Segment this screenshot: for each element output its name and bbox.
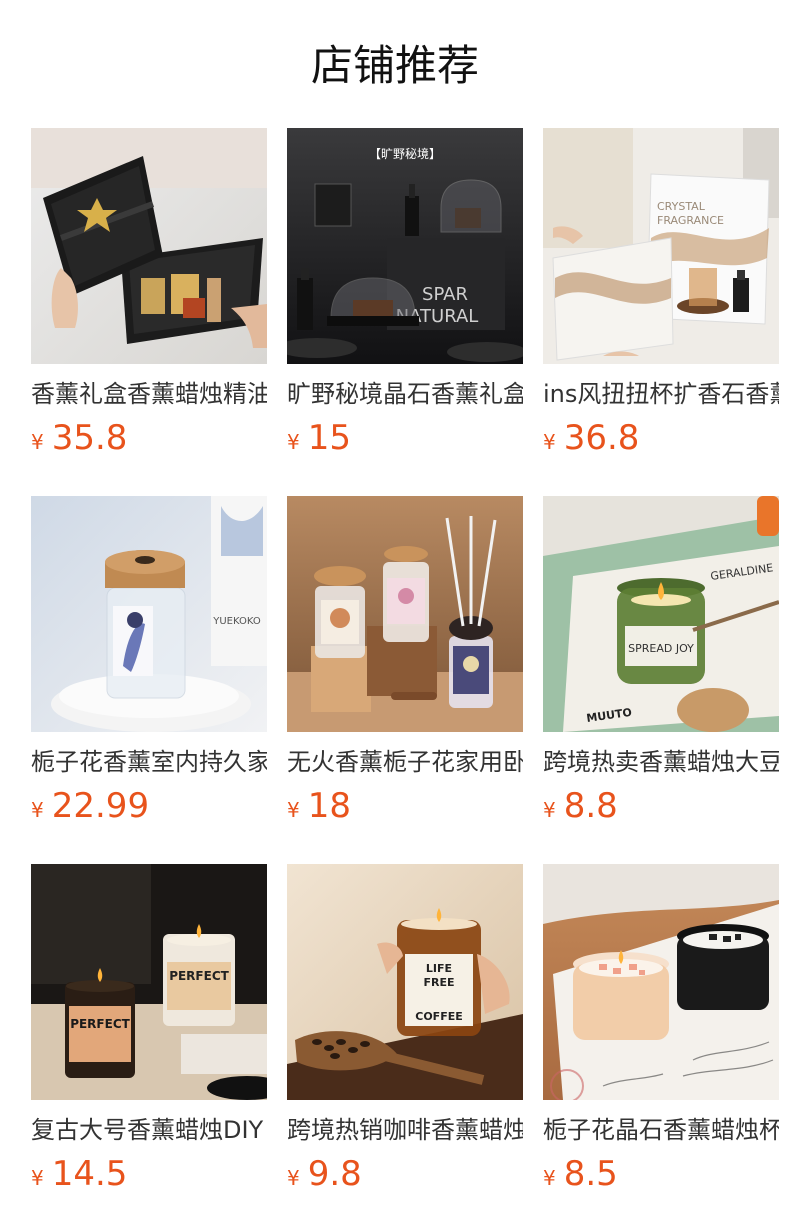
product-name[interactable]: 无火香薰栀子花家用卧室 <box>287 744 523 780</box>
product-image[interactable] <box>287 496 523 732</box>
product-card[interactable]: 无火香薰栀子花家用卧室 ¥18 <box>287 496 523 832</box>
currency-symbol: ¥ <box>287 798 300 822</box>
image-caption: COFFEE <box>415 1010 462 1023</box>
product-price: ¥8.8 <box>543 786 618 826</box>
product-price: ¥36.8 <box>543 418 639 458</box>
image-caption: 【旷野秘境】 <box>369 146 441 161</box>
currency-symbol: ¥ <box>543 1166 556 1190</box>
currency-symbol: ¥ <box>287 430 300 454</box>
price-value: 14.5 <box>51 1154 128 1194</box>
image-caption: FRAGRANCE <box>657 214 724 227</box>
product-image[interactable] <box>31 128 267 364</box>
currency-symbol: ¥ <box>543 430 556 454</box>
crystal-fragrance-set-image: CRYSTAL FRAGRANCE <box>543 128 779 364</box>
product-grid: 香薰礼盒香薰蜡烛精油套装 ¥35.8 【旷野秘境】 SPAR NATURAL <box>31 128 779 1200</box>
crystal-candle-pair-image <box>543 864 779 1100</box>
product-image[interactable]: GERALDINE MUUTO SPREAD JOY <box>543 496 779 732</box>
image-caption: PERFECT <box>169 969 229 983</box>
product-price: ¥15 <box>287 418 351 458</box>
product-image[interactable]: LIFE FREE COFFEE <box>287 864 523 1100</box>
product-image[interactable]: CRYSTAL FRAGRANCE <box>543 128 779 364</box>
product-price: ¥8.5 <box>543 1154 618 1194</box>
product-image[interactable]: YUEKOKO <box>31 496 267 732</box>
product-name[interactable]: 香薰礼盒香薰蜡烛精油套装 <box>31 376 267 412</box>
price-value: 36.8 <box>563 418 640 458</box>
product-card[interactable]: LIFE FREE COFFEE 跨境热销咖啡香薰蜡烛 ¥9.8 <box>287 864 523 1200</box>
product-card[interactable]: 【旷野秘境】 SPAR NATURAL 旷野秘境晶石香薰礼盒装 ¥15 <box>287 128 523 464</box>
product-image[interactable]: PERFECT PERFECT <box>31 864 267 1100</box>
product-name[interactable]: 跨境热卖香薰蜡烛大豆蜡 <box>543 744 779 780</box>
product-card[interactable]: YUEKOKO 栀子花香薰室内持久家用 ¥22.99 <box>31 496 267 832</box>
currency-symbol: ¥ <box>543 798 556 822</box>
product-card[interactable]: CRYSTAL FRAGRANCE ins风扭扭杯扩香石香薰 ¥36.8 <box>543 128 779 464</box>
currency-symbol: ¥ <box>31 798 44 822</box>
image-caption: PERFECT <box>70 1017 130 1031</box>
product-name[interactable]: 栀子花香薰室内持久家用 <box>31 744 267 780</box>
price-value: 9.8 <box>307 1154 362 1194</box>
price-value: 22.99 <box>51 786 150 826</box>
spar-natural-diffuser-image: 【旷野秘境】 SPAR NATURAL <box>287 128 523 364</box>
product-name[interactable]: 复古大号香薰蜡烛DIY <box>31 1112 267 1148</box>
product-price: ¥14.5 <box>31 1154 127 1194</box>
product-image[interactable] <box>543 864 779 1100</box>
price-value: 15 <box>307 418 351 458</box>
image-caption: FREE <box>423 976 454 989</box>
gift-box-candle-image <box>31 128 267 364</box>
product-name[interactable]: 跨境热销咖啡香薰蜡烛 <box>287 1112 523 1148</box>
product-card[interactable]: GERALDINE MUUTO SPREAD JOY 跨境热卖香薰蜡烛大豆蜡 ¥… <box>543 496 779 832</box>
product-card[interactable]: 香薰礼盒香薰蜡烛精油套装 ¥35.8 <box>31 128 267 464</box>
price-value: 8.5 <box>563 1154 618 1194</box>
product-name[interactable]: 栀子花晶石香薰蜡烛杯 <box>543 1112 779 1148</box>
product-card[interactable]: PERFECT PERFECT 复古大号香薰蜡烛DIY ¥14.5 <box>31 864 267 1200</box>
coffee-candle-image: LIFE FREE COFFEE <box>287 864 523 1100</box>
product-price: ¥22.99 <box>31 786 149 826</box>
page-title: 店铺推荐 <box>310 41 479 90</box>
currency-symbol: ¥ <box>31 430 44 454</box>
image-caption: YUEKOKO <box>212 616 261 627</box>
price-value: 35.8 <box>51 418 128 458</box>
price-value: 18 <box>307 786 351 826</box>
product-price: ¥35.8 <box>31 418 127 458</box>
currency-symbol: ¥ <box>287 1166 300 1190</box>
yuekoko-reed-diffuser-image: YUEKOKO <box>31 496 267 732</box>
product-name[interactable]: 旷野秘境晶石香薰礼盒装 <box>287 376 523 412</box>
perfect-amber-candle-image: PERFECT PERFECT <box>31 864 267 1100</box>
image-caption: SPREAD JOY <box>628 642 694 655</box>
currency-symbol: ¥ <box>31 1166 44 1190</box>
green-jar-candle-image: GERALDINE MUUTO SPREAD JOY <box>543 496 779 732</box>
product-price: ¥9.8 <box>287 1154 362 1194</box>
image-caption: CRYSTAL <box>657 200 706 213</box>
product-image[interactable]: 【旷野秘境】 SPAR NATURAL <box>287 128 523 364</box>
product-price: ¥18 <box>287 786 351 826</box>
product-name[interactable]: ins风扭扭杯扩香石香薰 <box>543 376 779 412</box>
product-card[interactable]: 栀子花晶石香薰蜡烛杯 ¥8.5 <box>543 864 779 1200</box>
price-value: 8.8 <box>563 786 618 826</box>
image-caption: SPAR <box>422 284 468 305</box>
image-caption: LIFE <box>426 962 452 975</box>
reed-diffuser-trio-image <box>287 496 523 732</box>
